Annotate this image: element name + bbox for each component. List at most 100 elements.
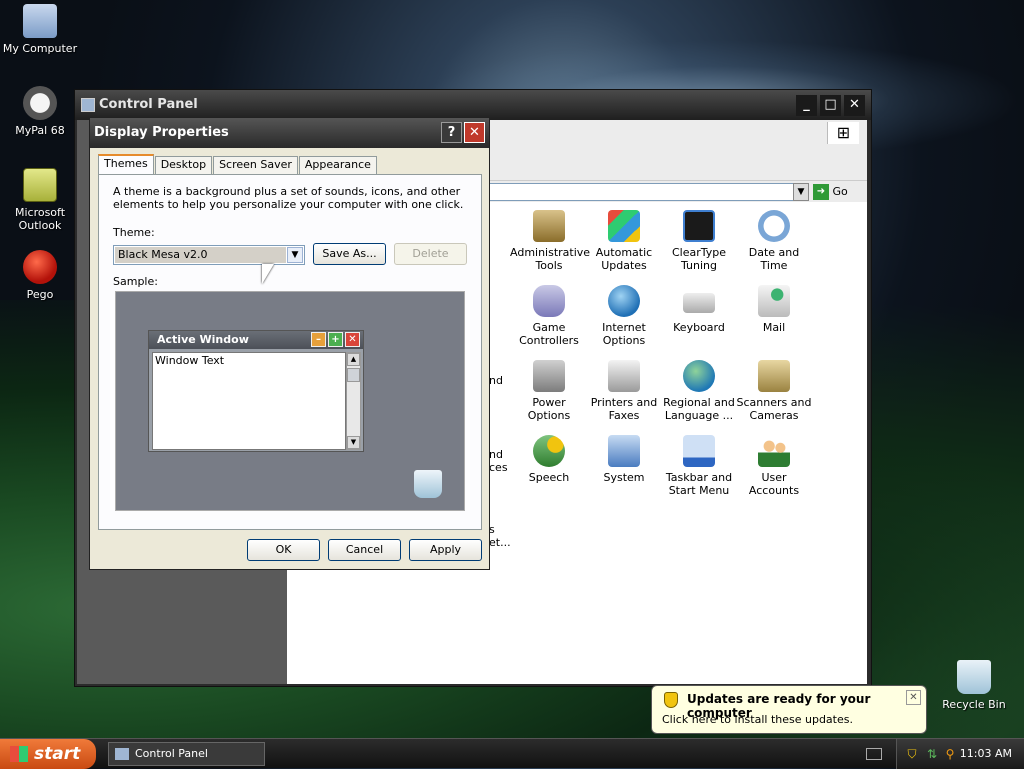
cp-item-internet-options[interactable]: Internet Options	[585, 285, 663, 347]
system-tray: ⛉ ⇅ ⚲ 11:03 AM	[896, 739, 1024, 769]
cp-item-printers-and-faxes[interactable]: Printers and Faxes	[585, 360, 663, 422]
dialog-titlebar[interactable]: Display Properties ? ✕	[90, 118, 489, 148]
cp-partial-label: nd	[489, 448, 503, 461]
themes-panel: A theme is a background plus a set of so…	[98, 174, 482, 530]
cp-item-label: Scanners and Cameras	[736, 396, 812, 422]
desktop-icon-recycle-bin[interactable]: Recycle Bin	[934, 660, 1014, 711]
theme-label: Theme:	[113, 226, 155, 239]
address-dropdown-button[interactable]: ▼	[793, 183, 809, 201]
desktop-icon-label: MyPal 68	[15, 124, 65, 137]
cp-item-label: Printers and Faxes	[590, 396, 658, 422]
cp-item-label: Taskbar and Start Menu	[665, 471, 733, 497]
search-icon[interactable]: ⚲	[943, 747, 957, 761]
cp-item-label: Automatic Updates	[595, 246, 653, 272]
windows-logo-icon: ⊞	[827, 122, 859, 144]
minimize-button[interactable]: _	[796, 95, 817, 116]
tab-themes[interactable]: Themes	[98, 154, 154, 174]
keyboard-icon	[683, 293, 715, 313]
chevron-down-icon[interactable]: ▼	[287, 247, 303, 263]
cp-item-keyboard[interactable]: Keyboard	[660, 285, 738, 334]
cp-item-label: Date and Time	[748, 246, 800, 272]
keyboard-icon[interactable]	[866, 748, 882, 760]
desktop-icon-label: Microsoft Outlook	[14, 206, 66, 232]
cp-item-automatic-updates[interactable]: Automatic Updates	[585, 210, 663, 272]
desktop-icon-label: Recycle Bin	[942, 698, 1006, 711]
shield-icon	[664, 692, 678, 708]
control-panel-icon	[81, 98, 95, 112]
cp-item-cleartype-tuning[interactable]: ClearType Tuning	[660, 210, 738, 272]
tab-appearance[interactable]: Appearance	[298, 156, 377, 174]
mail-icon	[758, 285, 790, 317]
scanner-camera-icon	[758, 360, 790, 392]
security-shield-icon[interactable]: ⛉	[905, 747, 919, 761]
control-panel-titlebar[interactable]: Control Panel _ □ ✕	[75, 90, 871, 120]
update-notification[interactable]: Updates are ready for your computer Clic…	[651, 685, 927, 734]
cleartype-icon	[683, 210, 715, 242]
administrative-tools-icon	[533, 210, 565, 242]
network-icon[interactable]: ⇅	[925, 747, 939, 761]
browser-icon	[23, 86, 57, 120]
help-button[interactable]: ?	[441, 122, 462, 143]
cp-item-user-accounts[interactable]: User Accounts	[735, 435, 813, 497]
save-as-button[interactable]: Save As...	[313, 243, 386, 265]
theme-select-value: Black Mesa v2.0	[115, 247, 286, 263]
desktop-icon-my-computer[interactable]: My Computer	[0, 4, 80, 55]
start-label: start	[34, 744, 81, 764]
theme-sample-preview: Active Window – + ✕ Window Text ▲ ▼	[115, 291, 465, 511]
desktop-icon-pego[interactable]: Pego	[0, 250, 80, 301]
clock: 11:03 AM	[959, 747, 1012, 760]
cp-item-administrative-tools[interactable]: Administrative Tools	[510, 210, 591, 272]
cp-item-label: Game Controllers	[519, 321, 579, 347]
cp-item-label: ClearType Tuning	[671, 246, 727, 272]
ok-button[interactable]: OK	[247, 539, 320, 561]
go-button[interactable]: ➜ Go	[813, 184, 863, 200]
cp-item-speech[interactable]: Speech	[510, 435, 588, 484]
cp-item-scanners-and-cameras[interactable]: Scanners and Cameras	[735, 360, 813, 422]
tab-screen-saver[interactable]: Screen Saver	[213, 156, 298, 174]
cp-item-label: User Accounts	[748, 471, 800, 497]
cp-item-label: Power Options	[527, 396, 571, 422]
dialog-title: Display Properties	[94, 125, 229, 140]
sample-window-text: Window Text	[152, 352, 346, 450]
cp-item-power-options[interactable]: Power Options	[510, 360, 588, 422]
apply-button[interactable]: Apply	[409, 539, 482, 561]
go-arrow-icon: ➜	[813, 184, 829, 200]
taskbar-button-label: Control Panel	[135, 747, 208, 760]
desktop-icon-outlook[interactable]: Microsoft Outlook	[0, 168, 80, 232]
close-button[interactable]: ✕	[464, 122, 485, 143]
desktop-icon-label: Pego	[26, 288, 54, 301]
scroll-down-icon: ▼	[347, 436, 360, 449]
mouse-cursor-icon	[262, 264, 274, 284]
notification-body[interactable]: Click here to install these updates.	[662, 713, 853, 726]
close-icon[interactable]: ✕	[906, 690, 921, 705]
cp-partial-label: et...	[489, 536, 511, 549]
computer-icon	[23, 4, 57, 38]
power-plug-icon	[533, 360, 565, 392]
close-button[interactable]: ✕	[844, 95, 865, 116]
close-icon: ✕	[345, 332, 360, 347]
start-button[interactable]: start	[0, 739, 96, 769]
cp-item-label: Keyboard	[673, 321, 725, 334]
sample-label: Sample:	[113, 275, 158, 288]
cp-item-system[interactable]: System	[585, 435, 663, 484]
taskbar-button-control-panel[interactable]: Control Panel	[108, 742, 265, 766]
cp-item-game-controllers[interactable]: Game Controllers	[510, 285, 588, 347]
desktop-icon-mypal[interactable]: MyPal 68	[0, 86, 80, 137]
cp-item-label: Administrative Tools	[510, 246, 591, 272]
cp-item-regional-and-language[interactable]: Regional and Language ...	[660, 360, 738, 422]
delete-button: Delete	[394, 243, 467, 265]
desktop-icon-label: My Computer	[2, 42, 78, 55]
pego-icon	[23, 250, 57, 284]
cp-item-label: Regional and Language ...	[663, 396, 735, 422]
windows-flag-icon	[10, 746, 28, 762]
cancel-button[interactable]: Cancel	[328, 539, 401, 561]
cp-item-taskbar-and-start-menu[interactable]: Taskbar and Start Menu	[660, 435, 738, 497]
sample-scrollbar: ▲ ▼	[346, 352, 361, 450]
themes-description: A theme is a background plus a set of so…	[113, 185, 464, 211]
windows-update-icon	[608, 210, 640, 242]
cp-item-date-and-time[interactable]: Date and Time	[735, 210, 813, 272]
maximize-button[interactable]: □	[820, 95, 841, 116]
tab-desktop[interactable]: Desktop	[154, 156, 213, 174]
cp-item-mail[interactable]: Mail	[735, 285, 813, 334]
theme-select[interactable]: Black Mesa v2.0 ▼	[113, 245, 305, 265]
